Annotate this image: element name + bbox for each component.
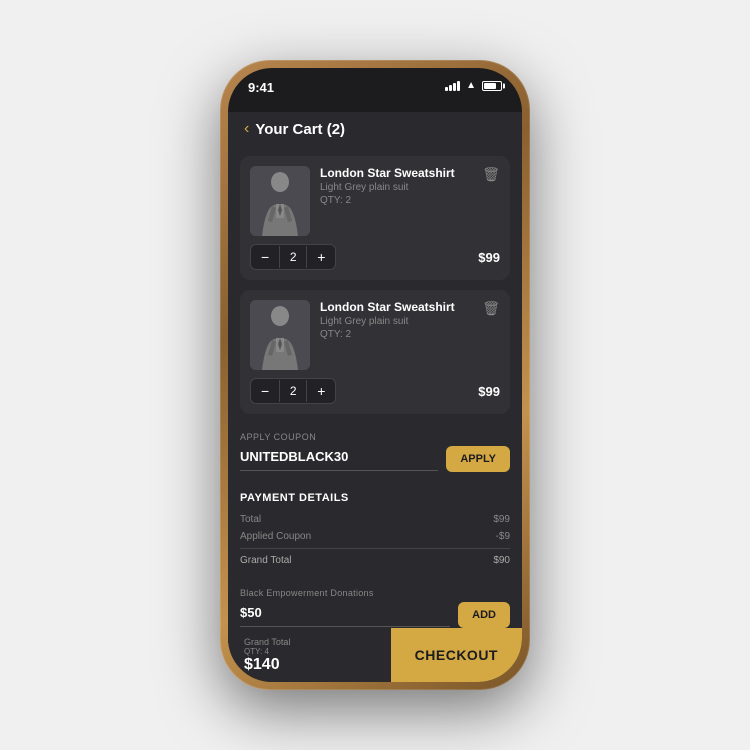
- apply-coupon-button[interactable]: APPLY: [446, 446, 510, 472]
- cart-title: Your Cart (2): [255, 121, 345, 138]
- item-description: Light Grey plain suit: [320, 316, 472, 327]
- donation-row: ADD: [240, 602, 510, 628]
- payment-section: PAYMENT DETAILS Total $99 Applied Coupon…: [228, 482, 522, 582]
- cart-item-bottom: − 2 + $99: [250, 244, 500, 270]
- payment-title: PAYMENT DETAILS: [240, 492, 510, 504]
- qty-decrease-button[interactable]: −: [251, 245, 279, 269]
- phone-screen: 9:41 ▲ ‹ Your Cart (2): [228, 68, 522, 682]
- battery-icon: [482, 81, 502, 91]
- wifi-icon: ▲: [466, 80, 476, 91]
- header: ‹ Your Cart (2): [228, 112, 522, 148]
- item-name: London Star Sweatshirt: [320, 166, 472, 180]
- status-time: 9:41: [248, 80, 274, 95]
- item-name: London Star Sweatshirt: [320, 300, 472, 314]
- cart-item: London Star Sweatshirt Light Grey plain …: [240, 156, 510, 280]
- quantity-control: − 2 +: [250, 244, 336, 270]
- bottom-total-section: Grand Total QTY: 4 $140: [228, 628, 391, 682]
- donation-label: Black Empowerment Donations: [240, 588, 510, 598]
- coupon-section: Apply Coupon APPLY: [228, 422, 522, 482]
- qty-increase-button[interactable]: +: [307, 245, 335, 269]
- coupon-row: APPLY: [240, 446, 510, 472]
- payment-divider: [240, 548, 510, 549]
- payment-row-coupon: Applied Coupon -$9: [240, 531, 510, 542]
- cart-item-top: London Star Sweatshirt Light Grey plain …: [250, 166, 500, 236]
- back-button[interactable]: ‹: [244, 120, 249, 138]
- payment-coupon-label: Applied Coupon: [240, 531, 311, 542]
- cart-item-top: London Star Sweatshirt Light Grey plain …: [250, 300, 500, 370]
- item-image: [250, 300, 310, 370]
- item-qty-label: QTY: 2: [320, 195, 472, 206]
- payment-row-total: Total $99: [240, 514, 510, 525]
- payment-row-grand: Grand Total $90: [240, 555, 510, 566]
- coupon-label: Apply Coupon: [240, 432, 510, 442]
- item-description: Light Grey plain suit: [320, 182, 472, 193]
- grand-total-value: $90: [493, 555, 510, 566]
- screen-content: ‹ Your Cart (2): [228, 112, 522, 628]
- donation-section: Black Empowerment Donations ADD $1 $50 $…: [228, 582, 522, 628]
- checkout-button[interactable]: CHECKOUT: [391, 628, 522, 682]
- add-donation-button[interactable]: ADD: [458, 602, 510, 628]
- bottom-qty-label: QTY: 4: [244, 647, 375, 656]
- qty-value: 2: [279, 246, 307, 268]
- bottom-bar: Grand Total QTY: 4 $140 CHECKOUT: [228, 628, 522, 682]
- donation-input[interactable]: [240, 605, 450, 620]
- notch: [315, 68, 435, 94]
- donation-input-wrap: [240, 604, 450, 627]
- item-price: $99: [478, 384, 500, 399]
- cart-item-bottom: − 2 + $99: [250, 378, 500, 404]
- payment-coupon-value: -$9: [496, 531, 510, 542]
- cart-item: London Star Sweatshirt Light Grey plain …: [240, 290, 510, 414]
- item-qty-label: QTY: 2: [320, 329, 472, 340]
- quantity-control: − 2 +: [250, 378, 336, 404]
- item-info: London Star Sweatshirt Light Grey plain …: [320, 166, 472, 206]
- qty-decrease-button[interactable]: −: [251, 379, 279, 403]
- item-info: London Star Sweatshirt Light Grey plain …: [320, 300, 472, 340]
- qty-increase-button[interactable]: +: [307, 379, 335, 403]
- bottom-grand-label: Grand Total: [244, 637, 375, 647]
- coupon-input[interactable]: [240, 449, 438, 464]
- bottom-total-amount: $140: [244, 656, 375, 674]
- item-price: $99: [478, 250, 500, 265]
- phone-frame: 9:41 ▲ ‹ Your Cart (2): [220, 60, 530, 690]
- cart-items-list: London Star Sweatshirt Light Grey plain …: [228, 148, 522, 422]
- delete-item-button[interactable]: 🗑: [482, 166, 500, 183]
- coupon-input-wrap: [240, 448, 438, 471]
- grand-total-label: Grand Total: [240, 555, 292, 566]
- item-image: [250, 166, 310, 236]
- qty-value: 2: [279, 380, 307, 402]
- signal-bars-icon: [445, 81, 460, 91]
- payment-total-value: $99: [493, 514, 510, 525]
- payment-total-label: Total: [240, 514, 261, 525]
- status-icons: ▲: [445, 80, 502, 91]
- delete-item-button[interactable]: 🗑: [482, 300, 500, 317]
